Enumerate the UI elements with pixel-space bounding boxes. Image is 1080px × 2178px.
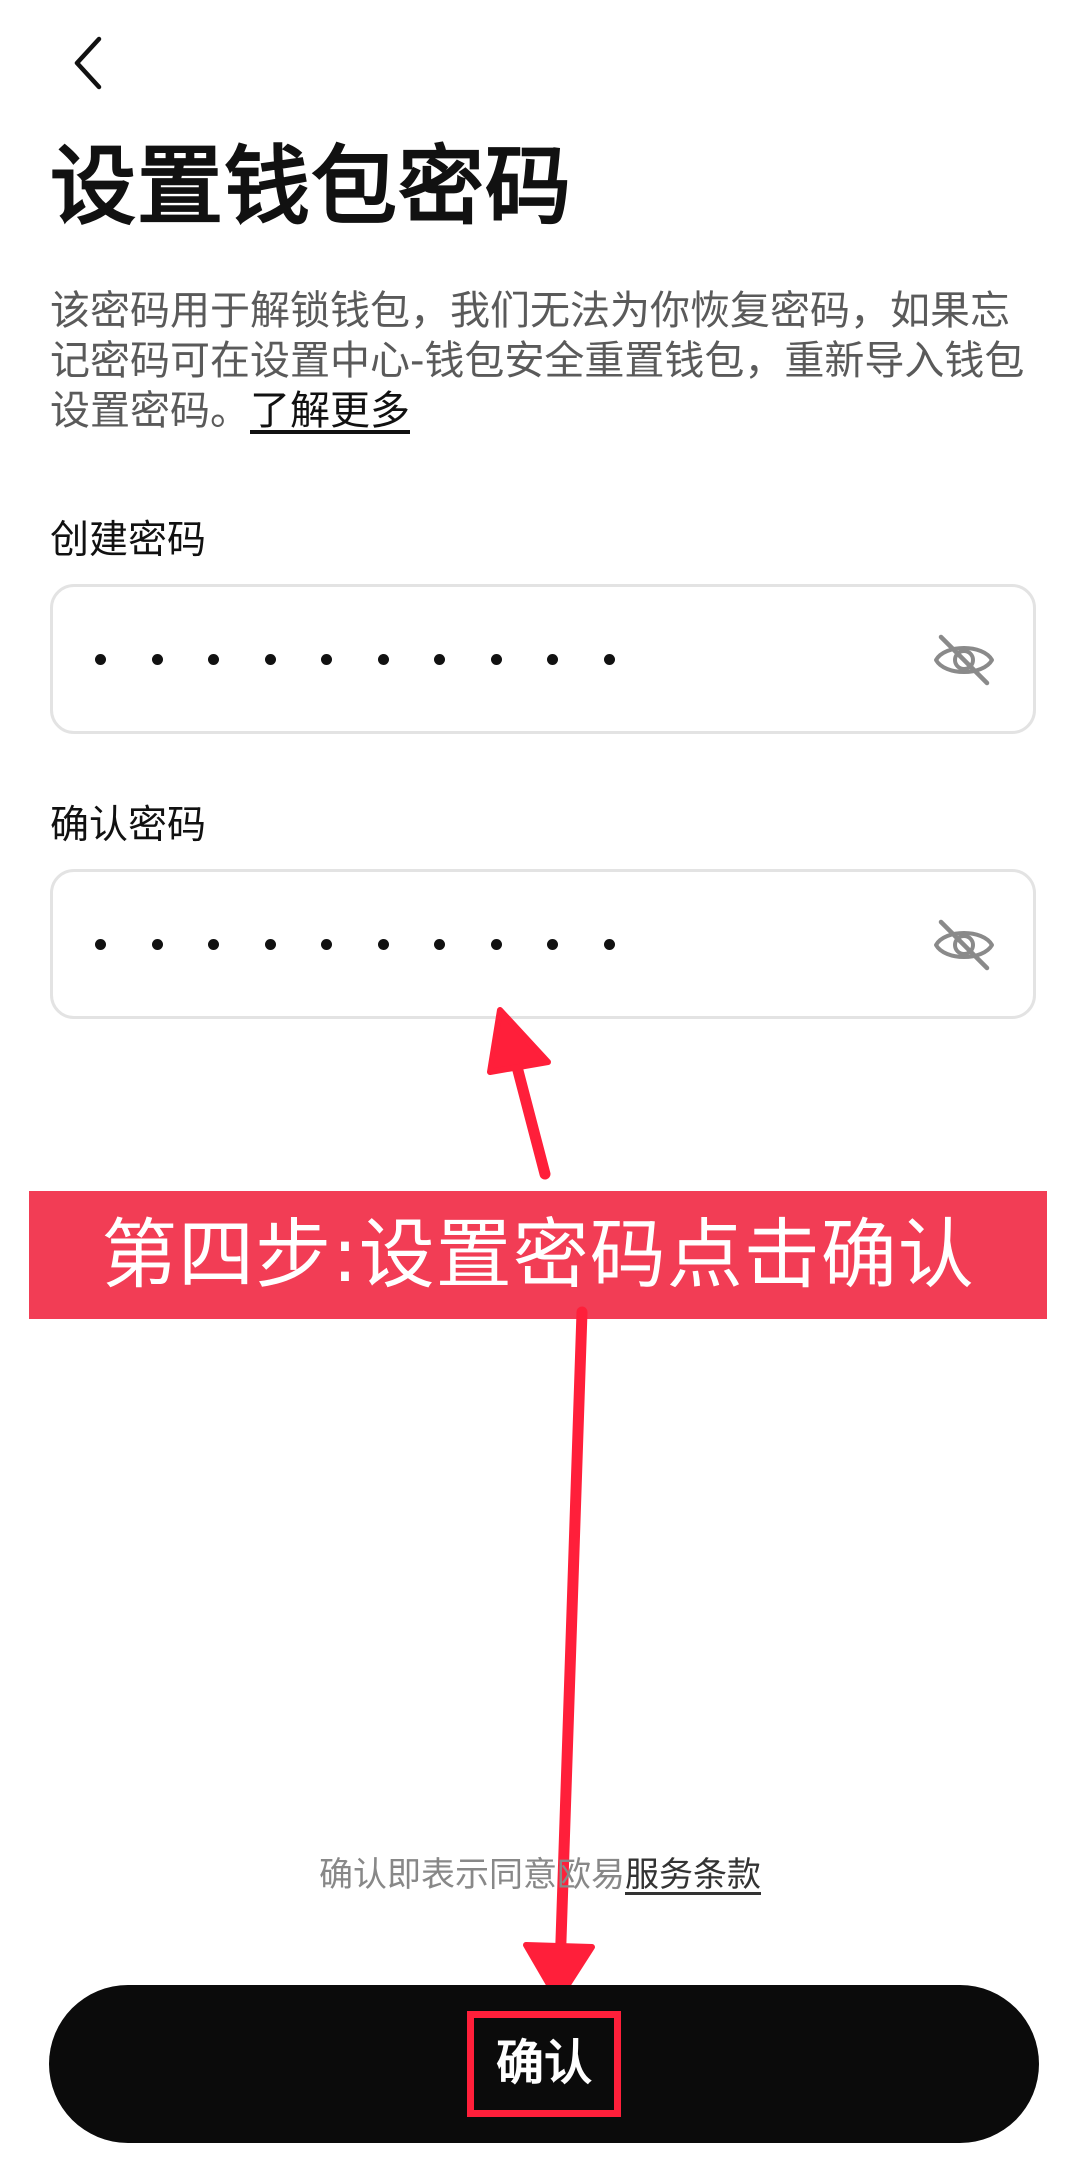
description: 该密码用于解锁钱包，我们无法为你恢复密码，如果忘记密码可在设置中心-钱包安全重置… [50, 286, 1035, 436]
eye-off-icon[interactable] [931, 912, 997, 978]
password-mask-dot [264, 653, 276, 665]
confirm-password-masked-value [95, 872, 615, 1016]
password-mask-dot [434, 653, 446, 665]
confirm-password-input[interactable] [50, 869, 1036, 1019]
password-mask-dot [151, 653, 163, 665]
password-mask-dot [321, 653, 333, 665]
back-button[interactable] [58, 30, 118, 96]
page-title: 设置钱包密码 [50, 137, 572, 237]
password-mask-dot [434, 938, 446, 950]
password-mask-dot [490, 653, 502, 665]
create-password-label: 创建密码 [50, 518, 207, 563]
step-instruction-text: 第四步:设置密码点击确认 [101, 1210, 975, 1299]
terms-prefix: 确认即表示同意欧易 [319, 1855, 625, 1895]
arrow-to-confirm-field [487, 1007, 551, 1180]
step-instruction-banner: 第四步:设置密码点击确认 [29, 1191, 1047, 1319]
confirm-button[interactable]: 确认 [49, 1985, 1039, 2143]
password-mask-dot [547, 938, 559, 950]
description-text: 该密码用于解锁钱包，我们无法为你恢复密码，如果忘记密码可在设置中心-钱包安全重置… [50, 288, 1025, 434]
learn-more-link[interactable]: 了解更多 [250, 388, 410, 434]
password-mask-dot [208, 653, 220, 665]
create-password-input[interactable] [50, 584, 1036, 734]
password-mask-dot [377, 938, 389, 950]
terms-notice: 确认即表示同意欧易服务条款 [0, 1850, 1080, 1900]
password-mask-dot [95, 653, 106, 665]
password-mask-dot [264, 938, 276, 950]
password-mask-dot [547, 653, 559, 665]
terms-of-service-link[interactable]: 服务条款 [625, 1855, 761, 1895]
chevron-left-icon [74, 36, 102, 90]
password-mask-dot [321, 938, 333, 950]
password-mask-dot [95, 938, 106, 950]
confirm-button-label: 确认 [466, 2011, 621, 2117]
eye-off-icon[interactable] [931, 627, 997, 693]
password-mask-dot [208, 938, 220, 950]
create-password-masked-value [95, 587, 615, 731]
password-mask-dot [490, 938, 502, 950]
confirm-password-label: 确认密码 [50, 803, 207, 848]
password-mask-dot [151, 938, 163, 950]
password-mask-dot [603, 653, 615, 665]
password-mask-dot [603, 938, 615, 950]
password-mask-dot [377, 653, 389, 665]
